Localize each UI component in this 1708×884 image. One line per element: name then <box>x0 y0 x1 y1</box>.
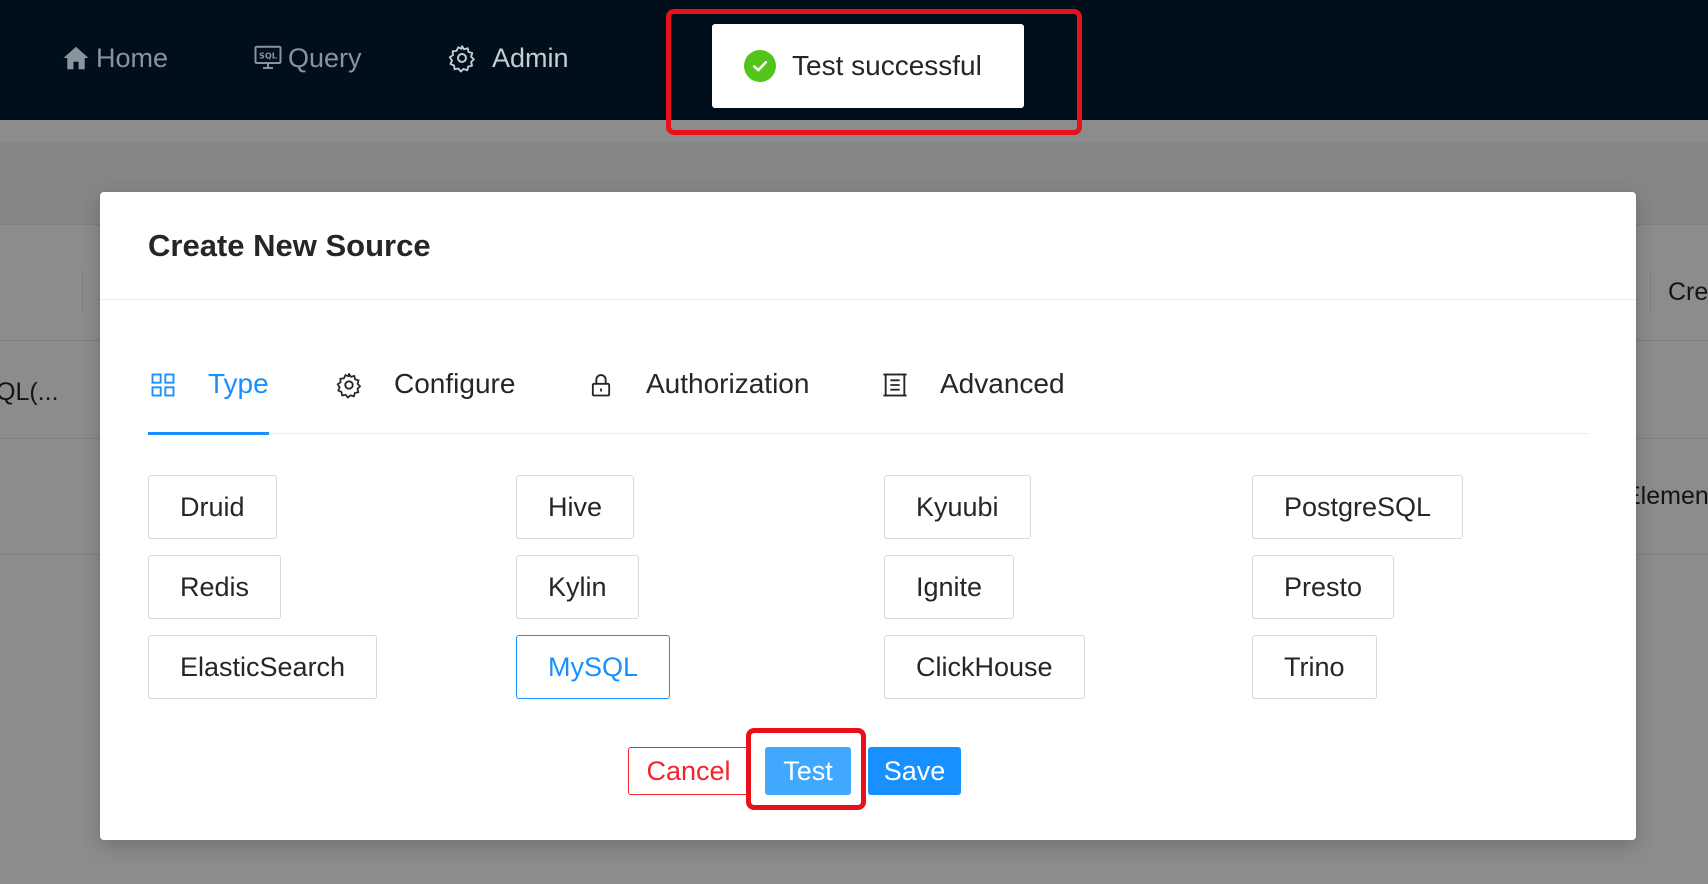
nav-item-home[interactable]: Home <box>60 38 168 78</box>
cancel-button[interactable]: Cancel <box>628 747 749 795</box>
svg-text:SQL: SQL <box>259 51 277 61</box>
lock-icon <box>586 370 616 400</box>
nav-item-label: Query <box>288 42 362 73</box>
save-button[interactable]: Save <box>868 747 961 795</box>
type-option-mysql[interactable]: MySQL <box>516 635 671 699</box>
nav-item-label: Home <box>96 42 169 73</box>
tab-authorization[interactable]: Authorization <box>586 362 809 434</box>
modal-header: Create New Source <box>100 192 1636 300</box>
nav-item-admin[interactable]: Admin <box>446 38 569 78</box>
highlight-box-test-button <box>746 728 866 810</box>
advanced-icon <box>880 370 910 400</box>
sql-monitor-icon: SQL <box>252 42 284 74</box>
gear-icon <box>446 42 478 74</box>
type-option-trino[interactable]: Trino <box>1252 635 1377 699</box>
type-option-ignite[interactable]: Ignite <box>884 555 1015 619</box>
nav-item-label: Admin <box>492 42 569 73</box>
type-option-clickhouse[interactable]: ClickHouse <box>884 635 1085 699</box>
type-option-postgresql[interactable]: PostgreSQL <box>1252 475 1464 539</box>
gear-icon <box>334 370 364 400</box>
tab-label: Type <box>208 368 269 399</box>
type-option-kylin[interactable]: Kylin <box>516 555 639 619</box>
tab-advanced[interactable]: Advanced <box>880 362 1065 434</box>
tab-type[interactable]: Type <box>148 362 269 435</box>
tab-label: Configure <box>394 368 516 399</box>
type-option-kyuubi[interactable]: Kyuubi <box>884 475 1031 539</box>
type-option-elasticsearch[interactable]: ElasticSearch <box>148 635 378 699</box>
nav-item-query[interactable]: SQL Query <box>252 38 362 78</box>
highlight-box-toast <box>666 9 1082 135</box>
home-icon <box>60 42 92 74</box>
modal-title: Create New Source <box>148 227 431 263</box>
type-option-presto[interactable]: Presto <box>1252 555 1395 619</box>
create-source-modal: Create New Source Type Configure Authori… <box>100 192 1636 840</box>
type-option-druid[interactable]: Druid <box>148 475 277 539</box>
type-option-redis[interactable]: Redis <box>148 555 282 619</box>
grid-icon <box>148 370 178 400</box>
tab-label: Advanced <box>940 368 1065 399</box>
type-option-hive[interactable]: Hive <box>516 475 635 539</box>
step-tabs: Type Configure Authorization Advanced <box>148 362 1588 435</box>
tab-label: Authorization <box>646 368 810 399</box>
tab-configure[interactable]: Configure <box>334 362 515 434</box>
